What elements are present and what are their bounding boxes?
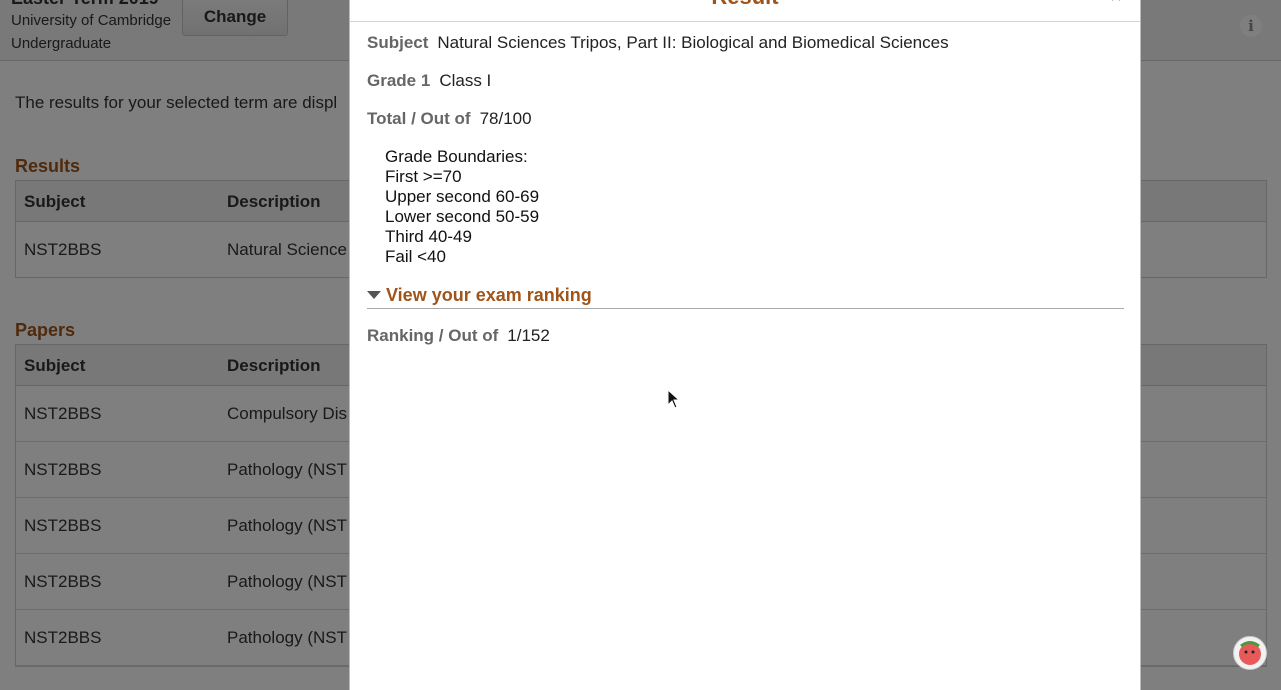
total-label: Total / Out of [367,109,471,128]
ranking-field: Ranking / Out of 1/152 [367,326,550,346]
ranking-toggle-label: View your exam ranking [386,285,592,305]
ranking-divider [367,308,1124,309]
boundary-fail: Fail <40 [385,247,446,266]
boundaries-heading: Grade Boundaries: [385,147,528,166]
view-exam-ranking-toggle[interactable]: View your exam ranking [367,285,592,306]
close-icon[interactable]: × [1110,0,1122,9]
boundary-third: Third 40-49 [385,227,472,246]
channel-logo-icon [1233,636,1267,670]
subject-label: Subject [367,33,429,52]
total-value: 78/100 [479,109,532,128]
ranking-label: Ranking / Out of [367,326,499,345]
subject-value: Natural Sciences Tripos, Part II: Biolog… [437,33,949,52]
modal-title: Result [350,0,1140,10]
mouse-cursor-icon [667,389,681,409]
triangle-down-icon [367,291,381,300]
boundary-upper-second: Upper second 60-69 [385,187,540,206]
grade-boundaries: Grade Boundaries: First >=70 Upper secon… [385,147,539,267]
grade-label: Grade 1 [367,71,431,90]
grade-value: Class I [439,71,492,90]
modal-divider [350,21,1140,22]
grade-field: Grade 1 Class I [367,71,491,91]
boundary-lower-second: Lower second 50-59 [385,207,540,226]
subject-field: Subject Natural Sciences Tripos, Part II:… [367,33,949,53]
ranking-value: 1/152 [507,326,550,345]
total-field: Total / Out of 78/100 [367,109,532,129]
boundary-first: First >=70 [385,167,462,186]
result-modal: Result × Subject Natural Sciences Tripos,… [349,0,1141,690]
